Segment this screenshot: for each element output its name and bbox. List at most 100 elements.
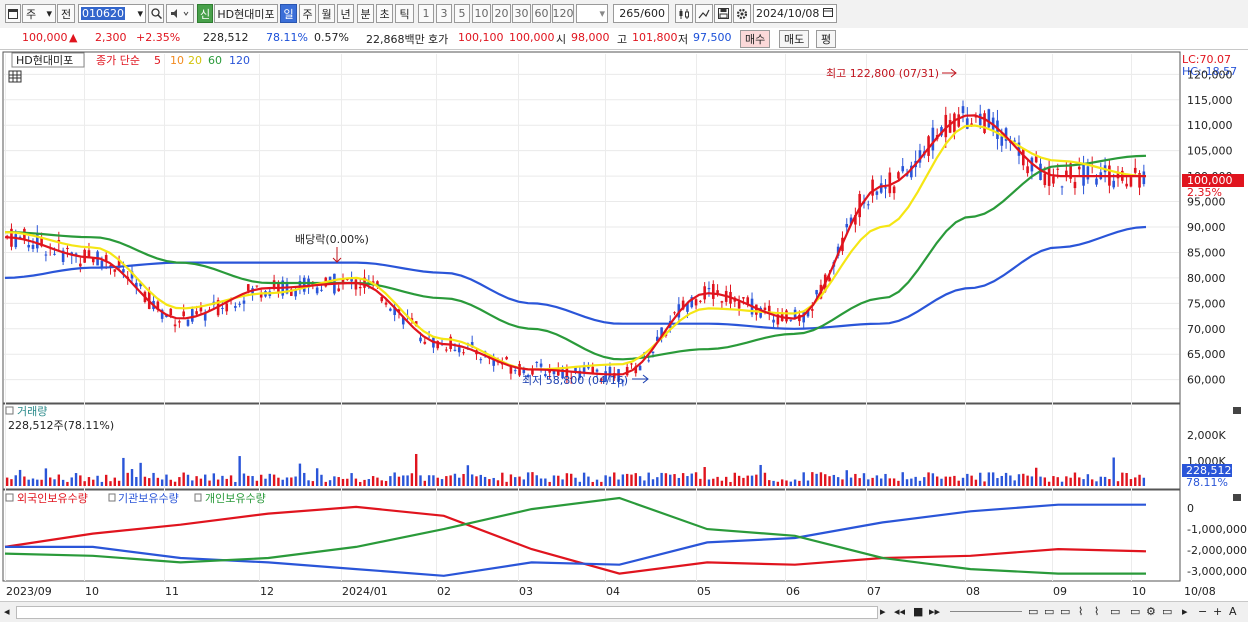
zoom-in-icon[interactable]: ▸ — [1182, 604, 1188, 619]
custom-step-input[interactable]: ▾ — [576, 4, 608, 23]
prev-button[interactable]: 전 — [57, 4, 75, 23]
scroll-track[interactable] — [16, 606, 878, 619]
volume-bar — [621, 474, 625, 486]
panel-toggle-icon[interactable] — [5, 406, 14, 415]
candle-body — [866, 204, 870, 206]
candle-body — [186, 319, 190, 326]
candle-body — [255, 285, 259, 287]
gear-icon[interactable]: ⚙ — [1146, 604, 1156, 619]
volume-bar — [462, 473, 465, 486]
scroll-left-icon[interactable]: ◂ — [4, 604, 10, 619]
candle-body — [315, 287, 319, 294]
table-icon[interactable] — [8, 70, 22, 83]
calendar-icon[interactable] — [823, 7, 833, 20]
volume-bar — [1086, 474, 1090, 486]
market-select[interactable]: 주 ▾ — [22, 4, 56, 23]
volume-bar — [772, 480, 775, 486]
candle-body — [1056, 168, 1060, 170]
settings-icon[interactable]: ▭ — [1162, 604, 1172, 619]
volume-bar — [337, 477, 340, 486]
volume-bar — [216, 479, 220, 486]
period-year-tab[interactable]: 년 — [337, 4, 354, 23]
volume-bar — [1039, 476, 1042, 486]
candle-type-icon[interactable] — [675, 4, 693, 23]
stop-icon[interactable]: ■ — [913, 604, 923, 619]
volume-bar — [225, 478, 228, 486]
search-icon[interactable] — [148, 4, 164, 23]
step-120-button[interactable]: 120 — [552, 4, 574, 23]
pattern-icon[interactable]: ⌇ — [1094, 604, 1099, 619]
period-day-tab[interactable]: 일 — [280, 4, 297, 23]
volume-bar — [535, 475, 538, 486]
x-tick-label: 10 — [85, 585, 99, 598]
scroll-right-icon[interactable]: ▸ — [880, 604, 886, 619]
volume-bar — [496, 480, 500, 486]
volume-bar — [346, 478, 349, 486]
volume-bar — [1030, 476, 1034, 486]
copy-icon[interactable]: ▭ — [1110, 604, 1120, 619]
volume-bar — [1000, 475, 1003, 486]
step-1-button[interactable]: 1 — [418, 4, 434, 23]
step-60-button[interactable]: 60 — [532, 4, 551, 23]
step-10-button[interactable]: 10 — [472, 4, 491, 23]
period-tick-tab[interactable]: 틱 — [395, 4, 414, 23]
fast-forward-icon[interactable]: ▸▸ — [929, 604, 940, 619]
layout-icon[interactable]: ▭ — [1028, 604, 1038, 619]
zoom-out-icon[interactable]: − — [1198, 604, 1207, 619]
fast-back-icon[interactable]: ◂◂ — [894, 604, 905, 619]
candle-body — [1095, 178, 1098, 185]
count-input[interactable]: 265/600 — [613, 4, 669, 23]
stock-code-input[interactable]: 010620 ▾ — [78, 4, 146, 23]
candle-body — [246, 284, 250, 291]
period-minute-tab[interactable]: 분 — [357, 4, 374, 23]
period-week-tab[interactable]: 주 — [299, 4, 316, 23]
volume-bar — [923, 477, 926, 486]
volume-bar — [944, 476, 947, 486]
step-30-button[interactable]: 30 — [512, 4, 531, 23]
period-second-tab[interactable]: 초 — [376, 4, 393, 23]
pattern-icon[interactable]: ⌇ — [1078, 604, 1083, 619]
current-price: 100,000 — [22, 31, 68, 44]
volume-bar — [824, 474, 827, 486]
x-tick-label: 06 — [786, 585, 800, 598]
volume-bar — [432, 475, 435, 486]
layout-icon[interactable]: ▭ — [1060, 604, 1070, 619]
quote-label: 호가 — [428, 33, 449, 46]
buy-button[interactable]: 매수 — [740, 30, 771, 48]
draw-tool-icon[interactable] — [695, 4, 713, 23]
chevron-down-icon: ▾ — [137, 7, 143, 20]
step-20-button[interactable]: 20 — [492, 4, 511, 23]
sell-button[interactable]: 매도 — [779, 30, 810, 48]
volume-bar — [324, 481, 327, 486]
step-5-button[interactable]: 5 — [454, 4, 470, 23]
step-3-button[interactable]: 3 — [436, 4, 452, 23]
close-panel-icon[interactable] — [1233, 494, 1241, 501]
candle-body — [31, 245, 35, 249]
volume-bar — [1026, 475, 1029, 486]
plus-icon[interactable]: + — [1213, 604, 1222, 619]
period-month-tab[interactable]: 월 — [318, 4, 335, 23]
zoom-slider[interactable] — [950, 611, 1022, 612]
copy-icon[interactable]: ▭ — [1130, 604, 1140, 619]
gear-icon[interactable] — [733, 4, 751, 23]
layout-icon[interactable]: ▭ — [1044, 604, 1054, 619]
candle-body — [457, 347, 461, 353]
candle-body — [845, 223, 849, 228]
candle-body — [14, 234, 18, 248]
x-tick-label: 08 — [966, 585, 980, 598]
save-icon[interactable] — [714, 4, 732, 23]
font-size-icon[interactable]: A — [1229, 604, 1237, 619]
candle-body — [337, 288, 340, 292]
window-icon[interactable] — [5, 4, 21, 23]
close-panel-icon[interactable] — [1233, 407, 1241, 414]
volume-bar — [858, 478, 861, 486]
volume-bar — [604, 475, 607, 486]
evaluate-button[interactable]: 평 — [816, 30, 837, 48]
date-input[interactable]: 2024/10/08 — [753, 4, 837, 23]
speaker-icon[interactable] — [166, 4, 194, 23]
volume-bar — [918, 480, 922, 486]
volume-bar — [789, 481, 792, 486]
candle-body — [742, 297, 745, 299]
panel-toggle-icon[interactable] — [5, 493, 14, 502]
candle-body — [1052, 176, 1055, 184]
